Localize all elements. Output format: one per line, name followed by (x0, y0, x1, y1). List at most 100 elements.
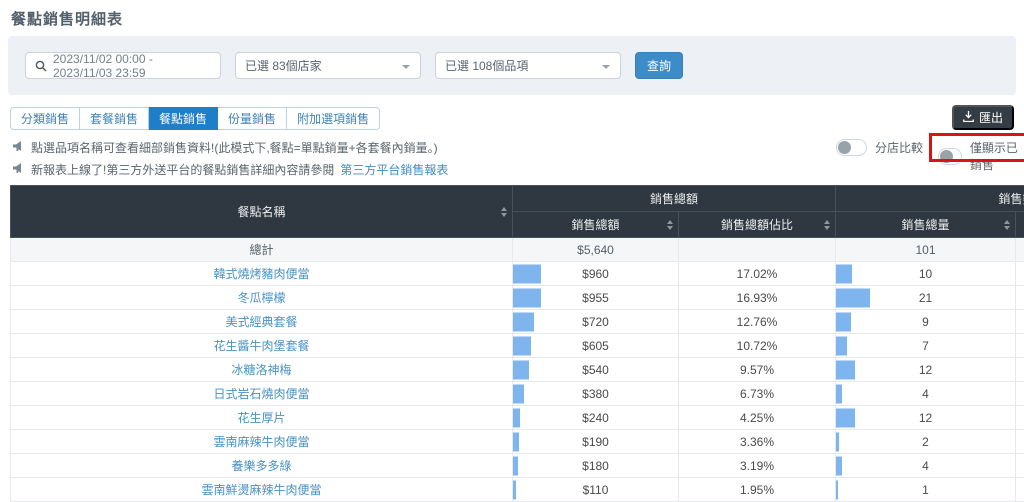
table-row: 雲南鮮燙麻辣牛肉便當 $110 1.95% 1 (11, 478, 1024, 502)
amount-bar (513, 480, 516, 499)
only-sold-toggle[interactable] (938, 148, 962, 165)
col-header-total-qty[interactable]: 銷售總量 (836, 212, 1016, 238)
item-name-link[interactable]: 花生醬牛肉堡套餐 (213, 339, 309, 353)
header-group-row: 餐點名稱 銷售總額 銷售數量 (11, 186, 1024, 212)
table-row: 韓式燒烤豬肉便當 $960 17.02% 10 (11, 262, 1024, 286)
ratio-value: 10.72% (737, 339, 778, 353)
header-label: 銷售總額佔比 (721, 218, 793, 232)
item-name-link[interactable]: 韓式燒烤豬肉便當 (213, 267, 309, 281)
qty-value: 12 (919, 363, 932, 377)
megaphone-icon (12, 162, 25, 177)
ratio-value: 17.02% (737, 267, 778, 281)
col-header-amount-ratio[interactable]: 銷售總額佔比 (679, 212, 836, 238)
branch-compare-toggle[interactable] (836, 139, 867, 156)
item-select[interactable]: 已選 108個品項 (435, 52, 621, 79)
sales-table: 餐點名稱 銷售總額 銷售數量 銷售總額 銷售總額佔比 銷售總量 總計 (10, 185, 1024, 502)
qty-bar (836, 456, 842, 475)
qty-bar (836, 288, 870, 307)
megaphone-icon (12, 140, 25, 155)
store-select-value: 已選 83個店家 (245, 57, 322, 74)
notice-new-report: 新報表上線了!第三方外送平台的餐點銷售詳細內容請參閱第三方平台銷售報表 (12, 161, 448, 178)
tab-1[interactable]: 套餐銷售 (80, 107, 149, 130)
qty-bar (836, 408, 855, 427)
chevron-down-icon (402, 65, 410, 69)
qty-value: 2 (922, 435, 929, 449)
table-row: 日式岩石燒肉便當 $380 6.73% 4 (11, 382, 1024, 406)
tab-0[interactable]: 分類銷售 (10, 107, 80, 130)
header-label: 餐點名稱 (237, 205, 285, 219)
date-range-input[interactable]: 2023/11/02 00:00 - 2023/11/03 23:59 (25, 52, 221, 79)
search-icon (35, 60, 47, 72)
table-body: 總計 $5,640 101 韓式燒烤豬肉便當 $960 17.02% 10 冬瓜… (11, 238, 1024, 502)
col-header-amount[interactable]: 銷售總額 (513, 212, 679, 238)
report-tabs: 分類銷售 套餐銷售 餐點銷售 份量銷售 附加選項銷售 (10, 107, 380, 130)
date-range-value: 2023/11/02 00:00 - 2023/11/03 23:59 (53, 52, 211, 80)
item-name-link[interactable]: 養樂多多綠 (231, 459, 291, 473)
item-name-link[interactable]: 日式岩石燒肉便當 (213, 387, 309, 401)
notice-text: 新報表上線了!第三方外送平台的餐點銷售詳細內容請參閱 (31, 161, 334, 178)
third-party-report-link[interactable]: 第三方平台銷售報表 (340, 161, 448, 178)
export-button[interactable]: 匯出 (952, 105, 1014, 130)
total-ratio (679, 238, 836, 262)
table-row: 冬瓜檸檬 $955 16.93% 21 (11, 286, 1024, 310)
header-label: 銷售總量 (902, 218, 950, 232)
item-name-link[interactable]: 冬瓜檸檬 (237, 291, 285, 305)
item-select-value: 已選 108個品項 (445, 57, 528, 74)
ratio-value: 3.36% (740, 435, 774, 449)
sort-icon[interactable] (1004, 220, 1010, 230)
amount-value: $540 (582, 363, 609, 377)
amount-bar (513, 312, 534, 331)
amount-bar (513, 456, 518, 475)
filter-panel: 2023/11/02 00:00 - 2023/11/03 23:59 已選 8… (8, 36, 1016, 95)
qty-value: 1 (922, 483, 929, 497)
amount-value: $180 (582, 459, 609, 473)
item-name-link[interactable]: 美式經典套餐 (225, 315, 297, 329)
qty-bar (836, 312, 851, 331)
export-label: 匯出 (979, 109, 1003, 126)
notice-text: 點選品項名稱可查看細部銷售資料!(此模式下,餐點=單點銷量+各套餐內銷量。) (31, 139, 438, 156)
sort-icon[interactable] (667, 220, 673, 230)
page-title: 餐點銷售明細表 (11, 8, 123, 29)
query-button[interactable]: 查詢 (635, 52, 683, 79)
only-sold-toggle-group: 僅顯示已銷售 (938, 139, 1024, 173)
qty-bar (836, 336, 847, 355)
qty-bar (836, 384, 842, 403)
total-amount: $5,640 (513, 238, 679, 262)
store-select[interactable]: 已選 83個店家 (235, 52, 421, 79)
notice-item-detail: 點選品項名稱可查看細部銷售資料!(此模式下,餐點=單點銷量+各套餐內銷量。) (12, 139, 438, 156)
qty-bar (836, 480, 838, 499)
qty-value: 4 (922, 387, 929, 401)
amount-value: $380 (582, 387, 609, 401)
download-icon (963, 111, 974, 125)
item-name-link[interactable]: 花生厚片 (237, 411, 285, 425)
qty-value: 21 (919, 291, 932, 305)
ratio-value: 4.25% (740, 411, 774, 425)
amount-bar (513, 264, 541, 283)
tab-4[interactable]: 附加選項銷售 (287, 107, 380, 130)
qty-value: 10 (919, 267, 932, 281)
table-row: 雲南麻辣牛肉便當 $190 3.36% 2 (11, 430, 1024, 454)
item-name-link[interactable]: 冰糖洛神梅 (231, 363, 291, 377)
amount-value: $955 (582, 291, 609, 305)
group-header-sales-quantity: 銷售數量 (836, 186, 1024, 212)
amount-bar (513, 432, 519, 451)
sort-icon[interactable] (824, 220, 830, 230)
total-row: 總計 $5,640 101 (11, 238, 1024, 262)
amount-bar (513, 384, 524, 403)
tab-3[interactable]: 份量銷售 (218, 107, 287, 130)
col-header-cutoff (1016, 212, 1024, 238)
toggle-knob (940, 150, 953, 163)
item-name-link[interactable]: 雲南麻辣牛肉便當 (213, 435, 309, 449)
only-sold-label: 僅顯示已銷售 (970, 139, 1024, 173)
table-row: 花生醬牛肉堡套餐 $605 10.72% 7 (11, 334, 1024, 358)
amount-value: $720 (582, 315, 609, 329)
tab-2[interactable]: 餐點銷售 (149, 107, 218, 130)
total-qty: 101 (836, 238, 1016, 262)
amount-value: $960 (582, 267, 609, 281)
qty-bar (836, 360, 855, 379)
sort-icon[interactable] (501, 207, 507, 217)
table-row: 美式經典套餐 $720 12.76% 9 (11, 310, 1024, 334)
ratio-value: 1.95% (740, 483, 774, 497)
header-label: 銷售總額 (571, 218, 619, 232)
col-header-item-name[interactable]: 餐點名稱 (11, 186, 513, 238)
